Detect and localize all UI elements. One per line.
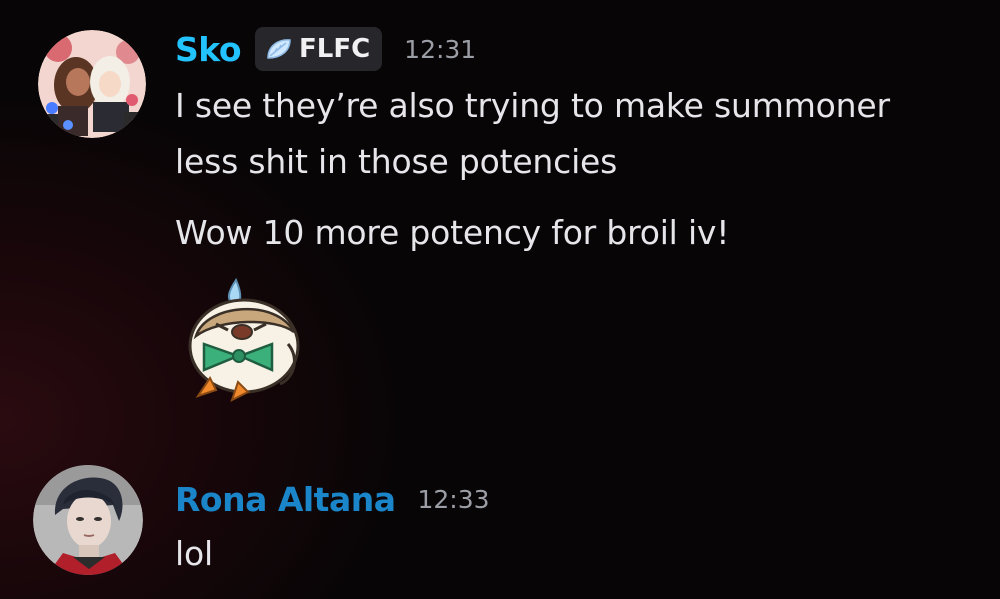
sticker-image	[188, 277, 300, 402]
rowlet-crying-sticker[interactable]	[176, 274, 306, 404]
message-text-line: less shit in those potencies	[175, 142, 618, 181]
message-group-sko: Sko FLFC 12:31 I see they’re also trying…	[0, 0, 1000, 430]
leaf-icon	[267, 39, 291, 59]
message-text-line: lol	[175, 534, 213, 573]
message-header-sko: Sko FLFC 12:31	[175, 24, 476, 74]
username-sko[interactable]: Sko	[175, 30, 242, 69]
avatar-rona-altana-image	[33, 465, 143, 575]
avatar-rona-altana[interactable]	[33, 465, 143, 575]
timestamp-sko[interactable]: 12:31	[404, 35, 476, 64]
message-group-rona-altana: Rona Altana 12:33 lol	[0, 430, 1000, 599]
avatar-sko[interactable]	[38, 30, 146, 138]
server-tag-label: FLFC	[299, 34, 371, 64]
timestamp-rona-altana[interactable]: 12:33	[418, 485, 490, 514]
message-text-line: Wow 10 more potency for broil iv!	[175, 213, 730, 252]
message-header-rona-altana: Rona Altana 12:33	[175, 474, 490, 524]
avatar-sko-image	[38, 30, 146, 138]
username-rona-altana[interactable]: Rona Altana	[175, 480, 396, 519]
server-tag[interactable]: FLFC	[255, 27, 383, 71]
message-text-line: I see they’re also trying to make summon…	[175, 86, 890, 125]
